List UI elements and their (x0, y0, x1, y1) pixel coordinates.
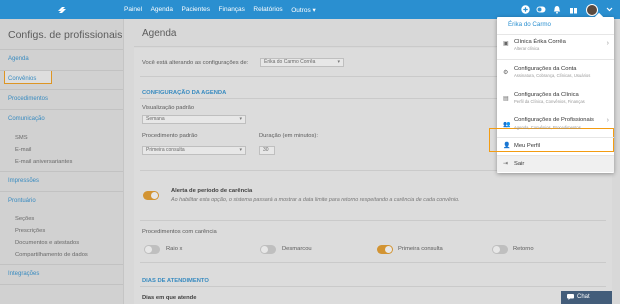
chevron-right-icon: › (606, 117, 609, 124)
nav-painel[interactable]: Painel (124, 6, 142, 13)
menu-item-config-profissionais[interactable]: 👥 Configurações de Profissionais Agenda,… (497, 113, 614, 135)
user-name: Érika do Carmo (508, 21, 551, 28)
divider (497, 59, 614, 60)
clipboard-icon: ▤ (503, 96, 509, 102)
gear-icon: ⚙ (503, 70, 509, 76)
menu-item-sair[interactable]: ⇥ Sair (497, 156, 614, 172)
users-icon: 👥 (503, 122, 511, 128)
user-menu: Érika do Carmo ▣ Clínica Érika Corrêa Al… (489, 12, 614, 173)
user-icon: 👤 (503, 143, 511, 149)
add-icon[interactable] (520, 5, 530, 15)
nav-agenda[interactable]: Agenda (151, 6, 173, 13)
gift-icon[interactable] (568, 5, 578, 15)
menu-item-subtitle: Perfil da Clínica, Convênios, Finanças (514, 99, 585, 104)
menu-item-title: Sair (514, 161, 525, 167)
chevron-right-icon: › (606, 40, 609, 47)
menu-item-title: Configurações da Conta (514, 66, 577, 72)
chat-button[interactable]: Chat (561, 291, 612, 304)
main-nav: Painel Agenda Pacientes Finanças Relatór… (124, 0, 324, 19)
nav-financas[interactable]: Finanças (219, 6, 245, 13)
toggle-icon[interactable] (536, 5, 546, 15)
logo-icon (58, 6, 66, 13)
menu-item-subtitle: Agenda, Convênios, Procedimentos (514, 125, 581, 130)
bell-icon[interactable] (552, 5, 562, 15)
menu-item-config-clinica[interactable]: ▤ Configurações da Clínica Perfil da Clí… (497, 87, 614, 109)
menu-item-subtitle: Alterar clínica (514, 46, 540, 51)
clinic-icon: ▣ (503, 41, 509, 47)
chevron-down-icon[interactable] (604, 5, 614, 15)
menu-item-title: Meu Perfil (514, 143, 541, 149)
app-logo[interactable] (0, 0, 124, 19)
menu-item-title: Configurações de Profissionais (514, 117, 594, 123)
menu-item-title: Configurações da Clínica (514, 92, 579, 98)
menu-item-config-conta[interactable]: ⚙ Configurações da Conta Assinatura, Cob… (497, 61, 614, 83)
logout-icon: ⇥ (503, 161, 509, 167)
menu-item-title: Clínica Érika Corrêa (514, 39, 566, 45)
menu-item-meu-perfil[interactable]: 👤 Meu Perfil (497, 138, 614, 154)
chat-label: Chat (577, 294, 590, 300)
menu-item-subtitle: Assinatura, Cobrança, Clínicas, Usuários (514, 73, 591, 78)
chat-icon (567, 294, 574, 300)
nav-pacientes[interactable]: Pacientes (182, 6, 211, 13)
menu-item-clinica[interactable]: ▣ Clínica Érika Corrêa Alterar clínica › (497, 34, 614, 54)
nav-relatorios[interactable]: Relatórios (253, 6, 282, 13)
nav-outros[interactable]: Outros ▾ (291, 6, 316, 14)
